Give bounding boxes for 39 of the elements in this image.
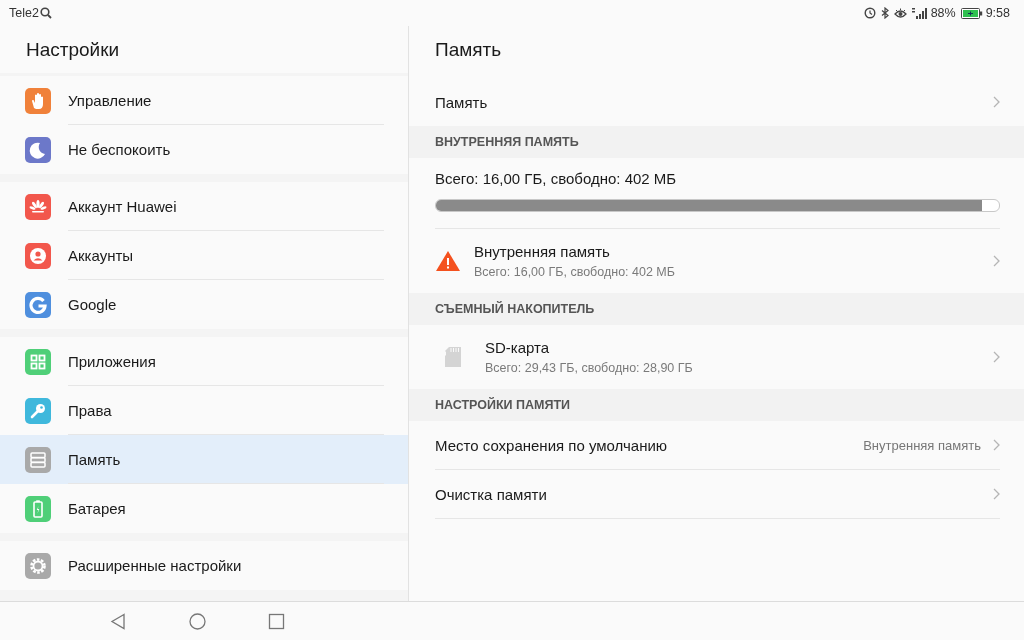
home-button[interactable] — [189, 612, 206, 630]
section-header: НАСТРОЙКИ ПАМЯТИ — [409, 389, 1024, 421]
chevron-icon — [993, 255, 1000, 267]
sd-card-icon — [445, 347, 461, 367]
chevron-icon — [993, 439, 1000, 451]
sidebar-item[interactable]: Расширенные настройки — [0, 541, 408, 590]
section-header: ВНУТРЕННЯЯ ПАМЯТЬ — [409, 126, 1024, 158]
page-title: Память — [434, 38, 503, 62]
search-icon — [39, 7, 52, 19]
sidebar-item[interactable]: Батарея — [0, 484, 408, 533]
storage-row[interactable]: Внутренняя память Всего: 16,00 ГБ, свободно: 402 МБ — [435, 229, 1000, 293]
sidebar-item[interactable]: Приложения — [0, 337, 408, 386]
chevron-icon — [993, 351, 1000, 363]
settings-row[interactable]: Память — [435, 78, 1000, 126]
carrier-name: Tele2 — [9, 6, 39, 20]
back-button[interactable] — [110, 612, 127, 630]
settings-row[interactable]: Место сохранения по умолчанию Внутренняя память — [435, 421, 1000, 470]
storage-row[interactable]: SD-карта Всего: 29,43 ГБ, свободно: 28,90 ГБ — [435, 325, 1000, 389]
warning-icon — [435, 250, 461, 272]
sidebar-title: Настройки — [0, 26, 408, 73]
chevron-icon — [993, 488, 1000, 500]
eye-icon — [893, 7, 907, 19]
recents-button[interactable] — [268, 612, 285, 630]
sidebar-item[interactable]: Google — [0, 280, 408, 329]
storage-usage-text: Всего: 16,00 ГБ, свободно: 402 МБ — [435, 170, 678, 187]
sidebar-item[interactable]: Аккаунт Huawei — [0, 182, 408, 231]
sidebar-item[interactable]: Управление — [0, 76, 408, 125]
sidebar-item[interactable]: Не беспокоить — [0, 125, 408, 174]
settings-row[interactable]: Очистка памяти — [435, 470, 1000, 519]
chevron-icon — [993, 96, 1000, 108]
alarm-icon — [863, 7, 876, 19]
sidebar-item[interactable]: Аккаунты — [0, 231, 408, 280]
signal-icon — [911, 7, 928, 19]
battery-percent: 88% — [930, 6, 956, 20]
section-header: СЪЕМНЫЙ НАКОПИТЕЛЬ — [409, 293, 1024, 325]
bluetooth-icon — [880, 7, 889, 19]
clock-time: 9:58 — [985, 6, 1010, 20]
sidebar-item[interactable]: Память — [0, 435, 408, 484]
battery-icon — [960, 7, 983, 19]
